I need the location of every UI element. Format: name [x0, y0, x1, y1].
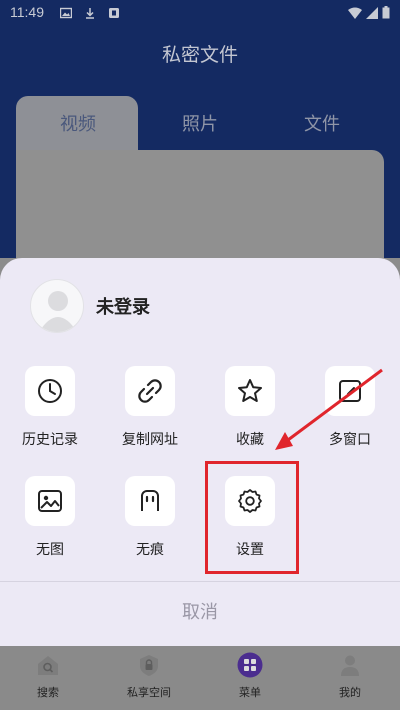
- nav-label: 菜单: [239, 686, 261, 699]
- home-search-icon: [35, 652, 61, 678]
- person-icon: [337, 652, 363, 678]
- menu-grid-icon: [237, 652, 263, 678]
- nav-label: 搜索: [37, 686, 59, 699]
- nav-item-search[interactable]: 搜索: [8, 652, 88, 700]
- nav-item-menu[interactable]: 菜单: [210, 652, 290, 700]
- lock-icon: [136, 652, 162, 678]
- nav-item-profile[interactable]: 我的: [310, 652, 390, 700]
- annotation-arrow-icon: [275, 368, 383, 450]
- nav-label: 我的: [339, 686, 361, 699]
- nav-item-private-space[interactable]: 私享空间: [109, 652, 189, 700]
- bottom-navigation: 搜索 私享空间 菜单 我的: [0, 646, 400, 710]
- nav-label: 私享空间: [127, 686, 171, 699]
